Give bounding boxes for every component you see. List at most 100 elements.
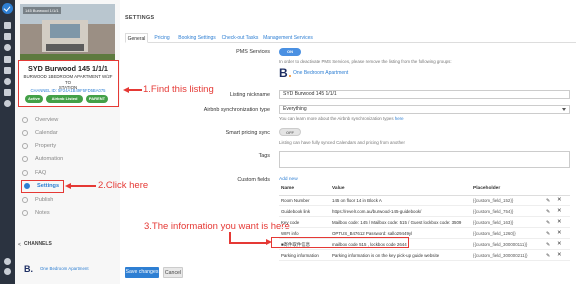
pencil-icon[interactable]: ✎ [546, 231, 550, 237]
tab-management-services[interactable]: Management Services [263, 33, 313, 43]
tab-check-out-tasks[interactable]: Check-out Tasks [221, 33, 259, 43]
close-icon[interactable]: ✕ [557, 241, 562, 247]
column-header-name: Name [281, 186, 295, 191]
settings-tabs: General Pricing Booking Settings Check-o… [125, 33, 576, 43]
channel-id-link[interactable]: CHANNEL ID: 5F24A1B49F5FD5BA075 [19, 88, 117, 93]
channel-group-link[interactable]: One Bedroom Apartment [40, 266, 89, 271]
table-row: Parking information Parking information … [279, 251, 570, 261]
smart-pricing-toggle[interactable]: OFF [279, 128, 301, 136]
property-icon [22, 143, 28, 149]
annotation-step-3: 3.The information you want is here [144, 221, 290, 232]
pencil-icon[interactable]: ✎ [546, 242, 550, 248]
pms-services-label: PMS Services [236, 49, 270, 55]
field-placeholder: {{custom_field_300000111}} [473, 242, 528, 247]
listing-summary-card: SYD Burwood 145 1/1/1 BURWOOD 1BEDROOM A… [18, 60, 119, 107]
field-name: Key code [281, 220, 300, 225]
settings-rail-icon[interactable] [4, 100, 11, 107]
tab-pricing[interactable]: Pricing [152, 33, 172, 43]
calendar-nav-icon [22, 130, 28, 136]
close-icon[interactable]: ✕ [557, 252, 562, 258]
field-value: Mailbox code: 145 / Mailbox code: 515 / … [332, 220, 462, 225]
close-icon[interactable]: ✕ [557, 230, 562, 236]
group-link[interactable]: One Bedroom Apartment [293, 70, 348, 76]
close-icon[interactable]: ✕ [557, 219, 562, 225]
custom-fields-label: Custom fields [237, 177, 270, 183]
pencil-icon[interactable]: ✎ [546, 198, 550, 204]
calendar-icon[interactable] [4, 33, 11, 40]
annotation-arrow-3-line [229, 242, 267, 244]
airbnb-sync-help: You can learn more about the Airbnb sync… [279, 116, 404, 121]
settings-highlight-box [21, 180, 64, 193]
app-logo-icon[interactable] [2, 3, 13, 14]
nickname-input[interactable]: SYD Burwood 145 1/1/1 [279, 90, 570, 99]
pms-services-toggle[interactable]: ON [279, 48, 301, 56]
pencil-icon[interactable]: ✎ [546, 253, 550, 259]
chevron-down-icon [562, 108, 566, 111]
tab-general[interactable]: General [125, 33, 148, 43]
reports-icon[interactable] [4, 89, 11, 96]
tab-booking-settings[interactable]: Booking Settings [177, 33, 217, 43]
table-row: Guidebook link https://revelr.com.au/bur… [279, 207, 570, 217]
app-icon-rail [0, 0, 15, 284]
group-brand-logo: B [279, 66, 288, 80]
tags-input[interactable] [279, 151, 570, 168]
field-value: Parking information is on the key pick-u… [332, 253, 440, 258]
listing-title: SYD Burwood 145 1/1/1 [28, 64, 108, 73]
close-icon[interactable]: ✕ [557, 197, 562, 203]
photo-caption: 145 Burwood 1/1/1 [23, 7, 61, 14]
airbnb-listed-badge: Airbnb Listed [46, 95, 83, 103]
tasks-icon[interactable] [4, 56, 11, 63]
tags-label: Tags [258, 153, 270, 159]
airbnb-sync-help-link[interactable]: here [395, 116, 404, 121]
annotation-step-1: 1.Find this listing [143, 84, 214, 95]
field-placeholder: {{custom_field_152}} [473, 198, 514, 203]
automation-icon [22, 156, 28, 162]
channel-brand-logo: B. [24, 264, 33, 274]
pencil-icon[interactable]: ✎ [546, 209, 550, 215]
field-placeholder: {{custom_field_300000211}} [473, 253, 528, 258]
table-row: Room Number 145 on floor 14 in Block A {… [279, 196, 570, 206]
save-changes-button[interactable]: Save changes [125, 267, 159, 278]
annotation-arrow-1-line [128, 89, 142, 91]
overview-icon [22, 117, 28, 123]
active-badge: Active [25, 95, 43, 103]
parent-badge: PARENT [86, 95, 108, 103]
field-value: 145 on floor 14 in Block A [332, 198, 382, 203]
annotation-step-2: 2.Click here [98, 180, 149, 191]
field-value: https://revelr.com.au/burwood-145-guideb… [332, 209, 422, 214]
field-name: Guidebook link [281, 209, 311, 214]
faq-icon [22, 170, 28, 176]
channels-header: CHANNELS [24, 241, 52, 247]
page-title: SETTINGS [125, 15, 155, 21]
smart-pricing-help: Listing can have fully synced Calendars … [279, 140, 405, 145]
airbnb-sync-label: Airbnb synchronization type [203, 107, 270, 113]
smart-pricing-label: Smart pricing sync [225, 130, 270, 136]
annotation-arrow-3-vertical [229, 232, 231, 243]
status-badges: Active Airbnb Listed PARENT [25, 95, 115, 103]
pencil-icon[interactable]: ✎ [546, 220, 550, 226]
field-name: Room Number [281, 198, 310, 203]
field-placeholder: {{custom_field_754}} [473, 209, 514, 214]
field-placeholder: {{custom_field_163}} [473, 220, 514, 225]
inbox-icon[interactable] [4, 44, 11, 51]
field-name: Parking information [281, 253, 319, 258]
add-new-link[interactable]: Add new [279, 177, 298, 182]
guests-icon[interactable] [4, 78, 11, 85]
notes-icon [22, 210, 28, 216]
airbnb-sync-select[interactable]: Everything [279, 105, 570, 114]
dashboard-icon[interactable] [4, 22, 11, 29]
close-icon[interactable]: ✕ [557, 208, 562, 214]
search-icon[interactable] [4, 258, 11, 265]
group-brand-dot [289, 75, 291, 77]
column-header-placeholder: Placeholder [473, 186, 501, 191]
cancel-button[interactable]: Cancel [163, 267, 183, 278]
column-header-value: Value [332, 186, 345, 191]
share-icon: < [18, 242, 21, 248]
user-avatar-icon[interactable] [4, 268, 11, 275]
table-row: Key code Mailbox code: 145 / Mailbox cod… [279, 218, 570, 228]
listings-icon[interactable] [4, 67, 11, 74]
airbnb-sync-value: Everything [283, 106, 307, 112]
listing-photo: 145 Burwood 1/1/1 [20, 4, 115, 61]
field-placeholder: {{custom_field_1260}} [473, 231, 516, 236]
annotation-arrow-2-line [70, 185, 96, 187]
